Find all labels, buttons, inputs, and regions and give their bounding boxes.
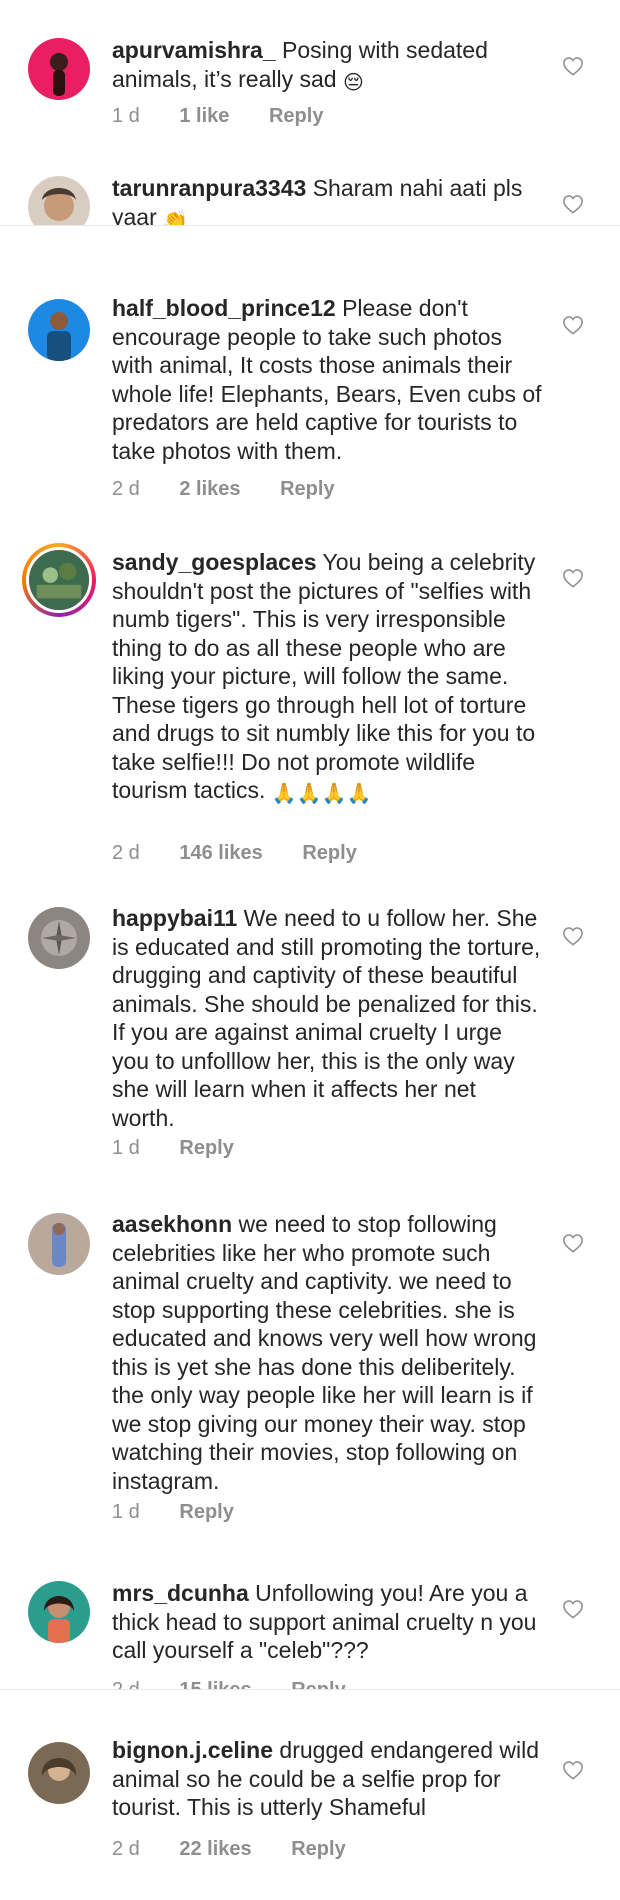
comment-likes-count[interactable]: 146 likes — [179, 842, 262, 865]
comment-meta: 1 d Reply — [112, 1137, 268, 1160]
comment-text: tarunranpura3343 Sharam nahi aati pls ya… — [112, 174, 542, 226]
avatar-image — [28, 176, 90, 226]
comment-body: we need to stop following celebrities li… — [112, 1211, 537, 1494]
like-heart-icon[interactable] — [562, 1233, 584, 1253]
comment-text: bignon.j.celine drugged endangered wild … — [112, 1736, 542, 1822]
comment-meta: 1 d 1 like Reply — [112, 105, 357, 128]
comment-username[interactable]: bignon.j.celine — [112, 1737, 273, 1763]
comment-time: 2 d — [112, 1679, 140, 1689]
comment-time: 2 d — [112, 478, 140, 500]
reply-button[interactable]: Reply — [291, 1838, 345, 1861]
sad-face-emoji-icon: 😔 — [342, 71, 364, 94]
comment-time: 2 d — [112, 842, 140, 864]
avatar[interactable] — [28, 299, 90, 361]
clapping-hands-emoji-icon: 👏 — [163, 209, 189, 227]
avatar[interactable] — [28, 176, 90, 226]
like-heart-icon[interactable] — [562, 1760, 584, 1780]
comment-meta: 2 d 22 likes Reply — [112, 1838, 380, 1861]
like-heart-icon[interactable] — [562, 926, 584, 946]
comment-likes-count[interactable]: 15 likes — [179, 1679, 251, 1689]
comment-body: We need to u follow her. She is educated… — [112, 905, 541, 1131]
comment-likes-count[interactable]: 22 likes — [179, 1838, 251, 1861]
comment-meta: 2 d 146 likes Reply — [112, 842, 391, 865]
avatar-image — [28, 907, 90, 969]
reply-button[interactable]: Reply — [179, 1137, 233, 1160]
avatar-image — [28, 1213, 90, 1275]
comment-text: half_blood_prince12 Please don't encoura… — [112, 294, 542, 465]
avatar-image — [28, 1581, 90, 1643]
screenshot-segment-1: apurvamishra_ Posing with sedated animal… — [0, 0, 620, 226]
comment-time: 2 d — [112, 1838, 140, 1860]
avatar-image — [29, 550, 89, 610]
avatar[interactable] — [28, 1742, 90, 1804]
comment-username[interactable]: tarunranpura3343 — [112, 175, 306, 201]
comment-text: sandy_goesplaces You being a celebrity s… — [112, 548, 542, 805]
comment-text: mrs_dcunha Unfollowing you! Are you a th… — [112, 1579, 542, 1665]
comment-likes-count[interactable]: 1 like — [179, 105, 229, 128]
comment-text: aasekhonn we need to stop following cele… — [112, 1210, 542, 1495]
comment-meta: 1 d Reply — [112, 1501, 268, 1524]
reply-button[interactable]: Reply — [269, 105, 323, 128]
reply-button[interactable]: Reply — [291, 1679, 345, 1689]
avatar[interactable] — [28, 38, 90, 100]
reply-button[interactable]: Reply — [179, 1501, 233, 1524]
comment-time: 1 d — [112, 105, 140, 127]
comment-meta: 2 d 15 likes Reply — [112, 1679, 380, 1689]
comment-time: 1 d — [112, 1501, 140, 1523]
like-heart-icon[interactable] — [562, 315, 584, 335]
comment-text: happybai11 We need to u follow her. She … — [112, 904, 542, 1132]
comment-username[interactable]: half_blood_prince12 — [112, 295, 336, 321]
avatar-image — [28, 1742, 90, 1804]
screenshot-segment-3: bignon.j.celine drugged endangered wild … — [0, 1690, 620, 1900]
like-heart-icon[interactable] — [562, 56, 584, 76]
comment-username[interactable]: aasekhonn — [112, 1211, 232, 1237]
avatar[interactable] — [28, 907, 90, 969]
comment-username[interactable]: sandy_goesplaces — [112, 549, 317, 575]
like-heart-icon[interactable] — [562, 194, 584, 214]
like-heart-icon[interactable] — [562, 568, 584, 588]
reply-button[interactable]: Reply — [280, 478, 334, 501]
screenshot-segment-2: half_blood_prince12 Please don't encoura… — [0, 226, 620, 1689]
comment-username[interactable]: apurvamishra_ — [112, 37, 276, 63]
avatar[interactable] — [28, 1213, 90, 1275]
avatar-image — [28, 299, 90, 361]
comment-likes-count[interactable]: 2 likes — [179, 478, 240, 501]
avatar-image — [28, 38, 90, 100]
comment-meta: 2 d 2 likes Reply — [112, 478, 369, 501]
comment-username[interactable]: happybai11 — [112, 905, 237, 931]
folded-hands-emoji-icon: 🙏🙏🙏🙏 — [271, 783, 372, 805]
avatar[interactable] — [28, 1581, 90, 1643]
reply-button[interactable]: Reply — [302, 842, 356, 865]
comment-text: apurvamishra_ Posing with sedated animal… — [112, 36, 542, 93]
like-heart-icon[interactable] — [562, 1599, 584, 1619]
comment-time: 1 d — [112, 1137, 140, 1159]
comment-username[interactable]: mrs_dcunha — [112, 1580, 249, 1606]
avatar-story-ring[interactable] — [22, 543, 96, 617]
comment-body: You being a celebrity shouldn't post the… — [112, 549, 536, 803]
